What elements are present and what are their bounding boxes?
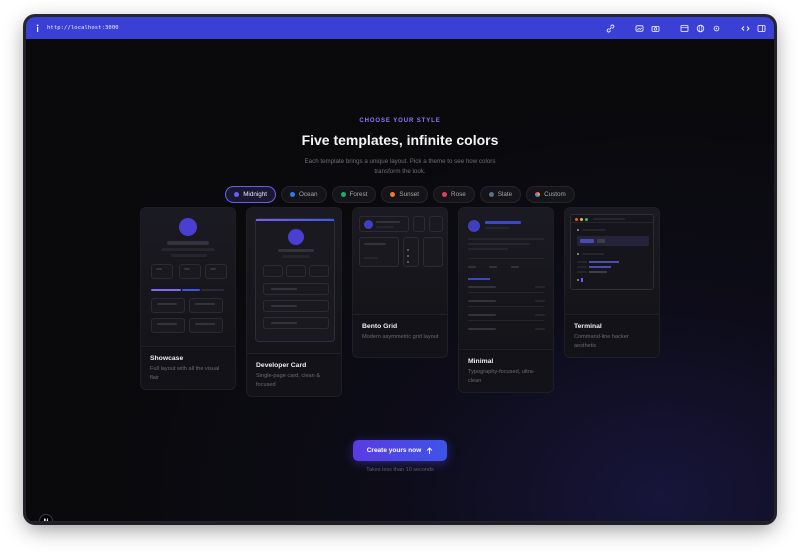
theme-pill-forest[interactable]: Forest [331, 186, 377, 203]
theme-pill-ocean[interactable]: Ocean [281, 186, 327, 203]
template-name: Minimal [468, 358, 494, 365]
template-preview [565, 208, 659, 315]
browser-window: http://localhost:3000 CHOOSE YOUR STYLE … [26, 17, 774, 522]
color-dot-icon [290, 192, 295, 197]
theme-picker: Midnight Ocean Forest Sunset Rose Slate … [26, 186, 774, 203]
template-card-minimal[interactable]: Minimal Typography-focused, ultra-clean [458, 207, 554, 393]
theme-label: Sunset [399, 191, 420, 198]
sidebar-toggle-icon[interactable] [757, 24, 766, 33]
template-name: Bento Grid [362, 323, 398, 330]
theme-label: Forest [349, 191, 368, 198]
rainbow-icon [535, 192, 541, 197]
template-card-developer-card[interactable]: Developer Card Single-page card, clean &… [246, 207, 342, 397]
cta-note: Takes less than 10 seconds [366, 467, 434, 473]
template-description: Full layout with all the visual flair [150, 366, 220, 381]
template-card-bento-grid[interactable]: Bento Grid Modern asymmetric grid layout [352, 207, 448, 358]
theme-label: Custom [544, 191, 566, 198]
avatar [179, 218, 197, 236]
template-preview [141, 208, 235, 347]
template-description: Single-page card, clean & focused [256, 373, 321, 388]
color-dot-icon [234, 192, 240, 197]
minimize-dot [580, 217, 583, 221]
template-preview [459, 208, 553, 350]
theme-label: Slate [497, 191, 513, 198]
close-dot [575, 217, 578, 221]
image-icon[interactable] [635, 24, 644, 33]
cta-label: Create yours now [366, 447, 422, 454]
camera-icon[interactable] [651, 24, 660, 33]
theme-pill-custom[interactable]: Custom [526, 186, 575, 203]
create-yours-button[interactable]: Create yours now [353, 440, 447, 461]
devtools-icon[interactable] [741, 24, 750, 33]
page-title: Five templates, infinite colors [301, 132, 499, 148]
template-preview [353, 208, 447, 315]
theme-pill-rose[interactable]: Rose [433, 186, 475, 203]
color-dot-icon [390, 192, 396, 197]
template-name: Terminal [574, 323, 602, 330]
template-name: Showcase [150, 355, 184, 362]
theme-pill-sunset[interactable]: Sunset [381, 186, 429, 203]
template-card-showcase[interactable]: Showcase Full layout with all the visual… [140, 207, 236, 390]
browser-toolbar: http://localhost:3000 [26, 17, 774, 39]
template-name: Developer Card [256, 362, 307, 369]
template-card-terminal[interactable]: Terminal Command-line hacker aesthetic [564, 207, 660, 358]
globe-icon[interactable] [696, 24, 705, 33]
theme-label: Ocean [299, 191, 318, 198]
section-eyebrow: CHOOSE YOUR STYLE [359, 118, 441, 124]
info-icon[interactable] [34, 24, 41, 33]
template-preview [247, 208, 341, 354]
color-dot-icon [488, 192, 494, 197]
template-description: Modern asymmetric grid layout [362, 334, 439, 340]
theme-label: Rose [451, 191, 466, 198]
window-icon[interactable] [680, 24, 689, 33]
template-description: Typography-focused, ultra-clean [468, 369, 535, 384]
link-icon[interactable] [606, 24, 615, 33]
color-dot-icon [340, 192, 346, 197]
template-description: Command-line hacker aesthetic [574, 334, 629, 349]
settings-icon[interactable] [712, 24, 721, 33]
address-bar-url[interactable]: http://localhost:3000 [47, 25, 119, 31]
theme-pill-slate[interactable]: Slate [479, 186, 522, 203]
divider [26, 521, 774, 522]
page-subtitle: Each template brings a unique layout. Pi… [304, 158, 496, 175]
maximize-dot [585, 217, 588, 221]
arrow-up-icon [426, 446, 433, 455]
theme-label: Midnight [243, 191, 267, 198]
color-dot-icon [442, 192, 448, 197]
theme-pill-midnight[interactable]: Midnight [225, 186, 276, 203]
page-content: CHOOSE YOUR STYLE Five templates, infini… [26, 39, 774, 522]
